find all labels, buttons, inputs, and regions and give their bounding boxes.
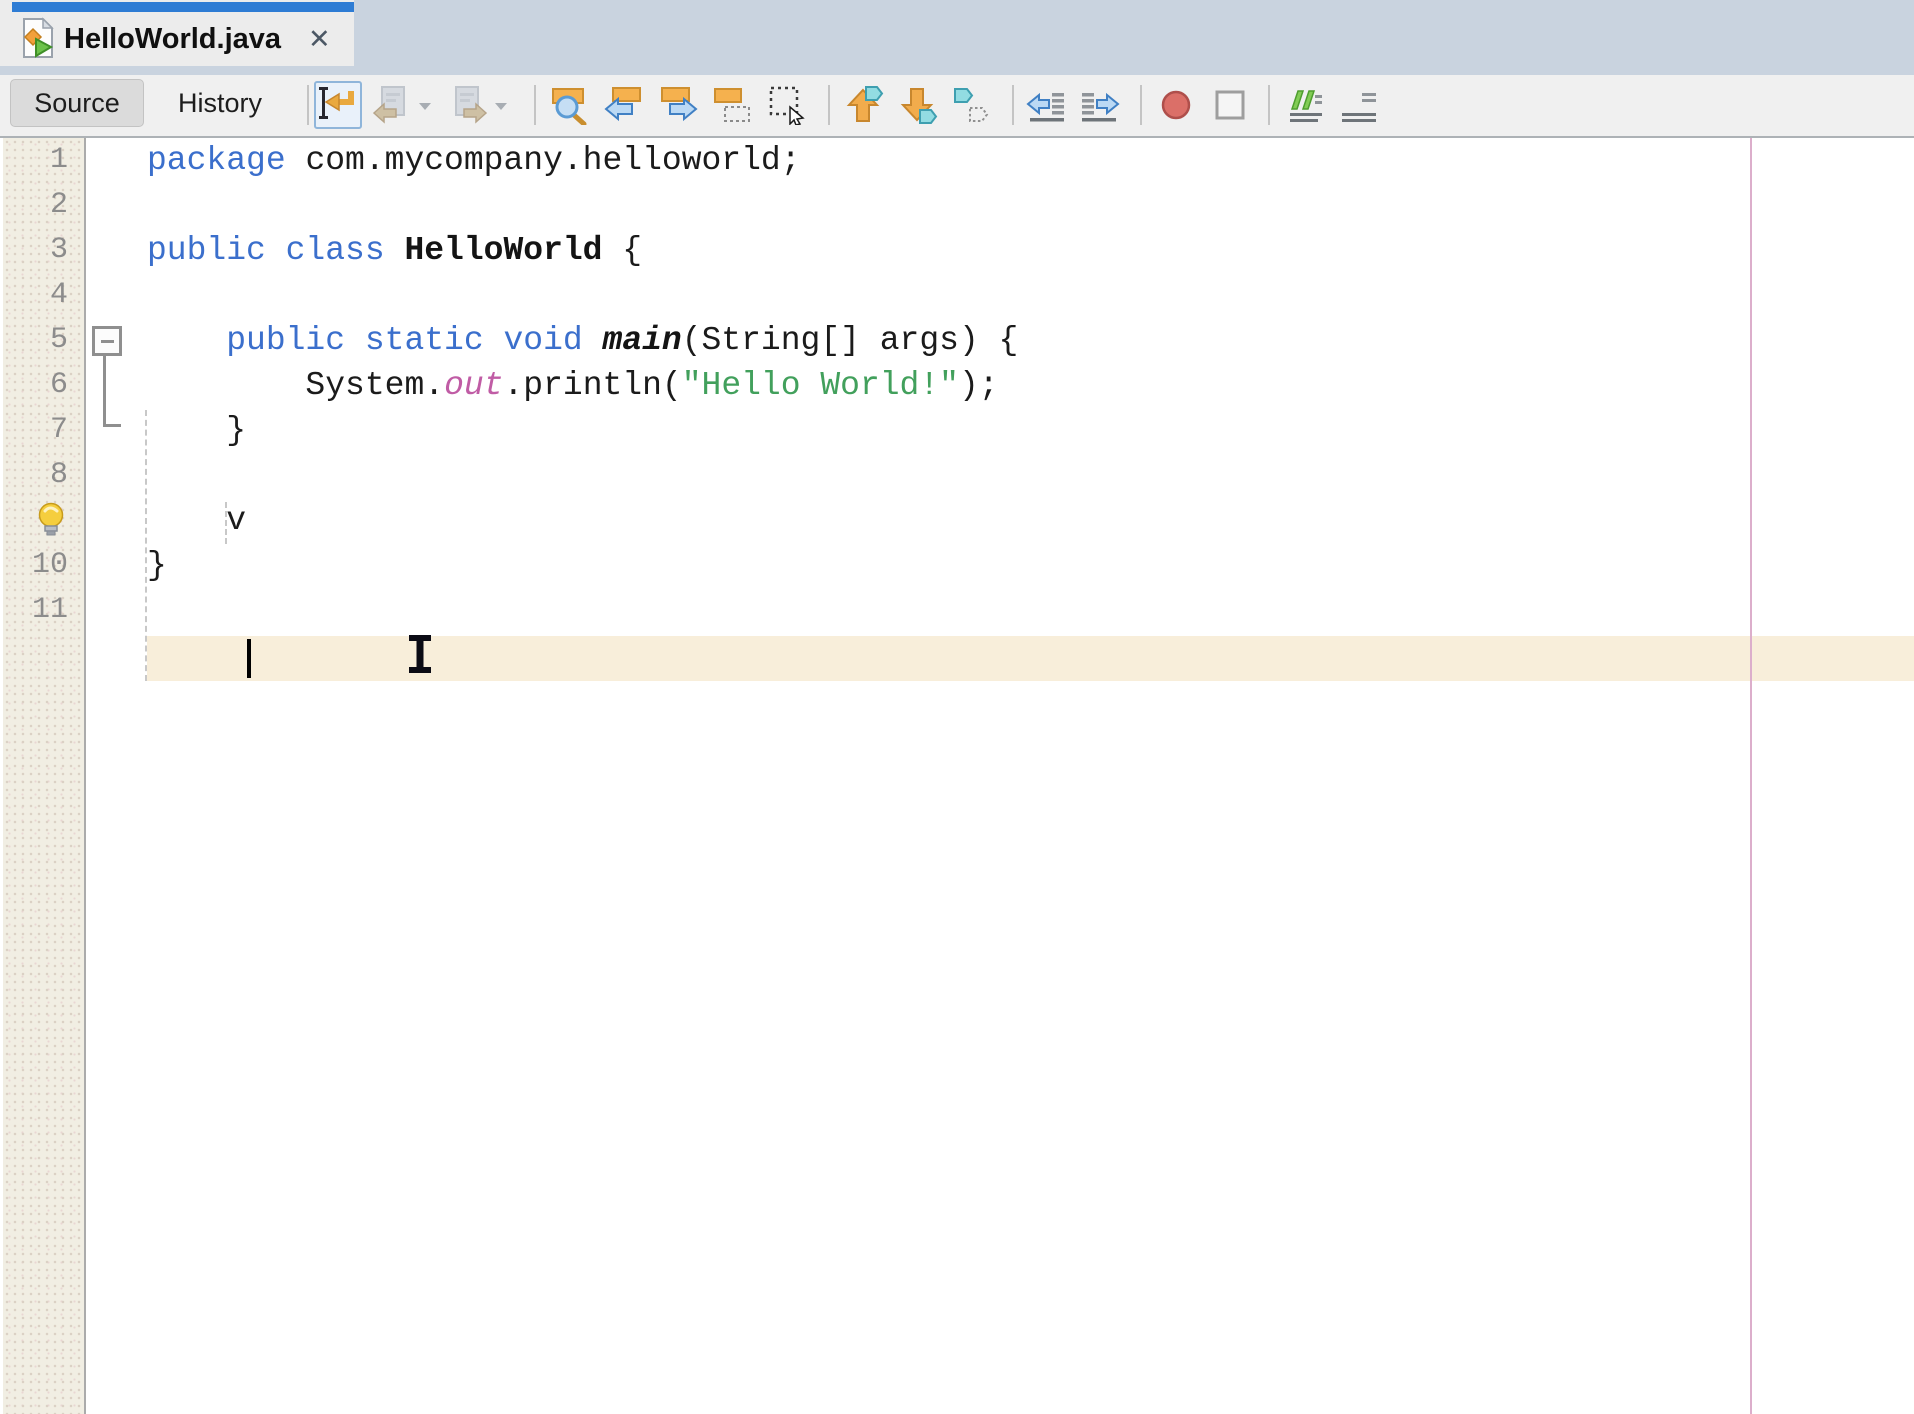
mouse-ibeam-cursor — [409, 635, 431, 673]
forward-button[interactable] — [446, 83, 490, 127]
tab-helloworld-java[interactable]: HelloWorld.java ✕ — [0, 0, 354, 66]
toolbar-separator — [307, 85, 309, 125]
comment-button[interactable] — [1282, 83, 1326, 127]
toggle-bookmark-button[interactable] — [950, 83, 994, 127]
back-icon — [372, 86, 405, 124]
rectangular-selection-icon — [769, 86, 805, 125]
line-number: 11 — [31, 593, 68, 627]
toolbar-separator — [1012, 85, 1014, 125]
close-icon[interactable]: ✕ — [308, 12, 331, 66]
jump-last-edit-icon — [319, 87, 354, 119]
code-area[interactable]: package com.mycompany.helloworld; public … — [147, 138, 1914, 1414]
code-line: public static void main(String[] args) { — [226, 322, 1019, 359]
uncomment-icon — [1342, 93, 1376, 122]
shift-line-left-icon — [1026, 92, 1064, 122]
toolbar-separator — [828, 85, 830, 125]
toggle-highlight-search-button[interactable] — [710, 83, 754, 127]
toolbar-separator — [534, 85, 536, 125]
code-line: package com.mycompany.helloworld; — [147, 142, 801, 179]
line-number-gutter: 1 2 3 4 5 6 7 8 10 11 — [3, 138, 86, 1414]
stop-macro-recording-icon — [1215, 90, 1245, 120]
active-tab-stripe — [12, 2, 354, 12]
line-number: 1 — [49, 143, 68, 177]
line-number: 2 — [49, 188, 68, 222]
comment-icon — [1290, 90, 1322, 122]
toolbar-separator — [1140, 85, 1142, 125]
java-file-icon — [23, 17, 54, 58]
line-number: 7 — [49, 413, 68, 447]
shift-line-left-button[interactable] — [1024, 83, 1068, 127]
code-line: v — [147, 502, 247, 539]
code-editor[interactable]: 1 2 3 4 5 6 7 8 10 11 package com.mycompany.hello… — [0, 138, 1914, 1414]
line-number: 4 — [49, 278, 68, 312]
line-number: 8 — [49, 458, 68, 492]
find-next-button[interactable] — [656, 83, 700, 127]
jump-last-edit-button[interactable] — [314, 81, 362, 129]
stop-macro-recording-button[interactable] — [1208, 83, 1252, 127]
shift-line-right-button[interactable] — [1078, 83, 1122, 127]
right-margin-line — [1750, 138, 1752, 1414]
find-previous-icon — [604, 87, 641, 122]
start-macro-recording-button[interactable] — [1154, 83, 1198, 127]
fold-collapse-box[interactable] — [92, 326, 122, 356]
toggle-bookmark-icon — [954, 88, 989, 122]
fold-range-line — [103, 353, 106, 426]
netbeans-editor-window: HelloWorld.java ✕ Source History 1 2 3 4… — [0, 0, 1914, 1414]
forward-dropdown-icon[interactable] — [494, 102, 508, 111]
next-bookmark-icon — [900, 88, 938, 124]
rectangular-selection-button[interactable] — [764, 83, 808, 127]
shift-line-right-icon — [1082, 92, 1120, 122]
next-bookmark-button[interactable] — [896, 83, 940, 127]
fold-range-end — [103, 424, 121, 427]
toggle-highlight-search-icon — [714, 88, 750, 122]
editor-toolbar: Source History — [0, 75, 1914, 139]
code-line: } — [147, 547, 167, 584]
text-caret — [247, 639, 251, 678]
previous-bookmark-icon — [846, 86, 884, 122]
fold-minus-icon — [100, 339, 114, 343]
forward-icon — [455, 86, 488, 124]
code-line: public class HelloWorld { — [147, 232, 643, 269]
previous-bookmark-button[interactable] — [842, 83, 886, 127]
source-button[interactable]: Source — [10, 79, 144, 127]
history-button[interactable]: History — [160, 79, 280, 127]
find-next-icon — [661, 87, 698, 122]
tab-title: HelloWorld.java — [64, 23, 282, 55]
find-selection-button[interactable] — [548, 83, 592, 127]
line-number: 6 — [49, 368, 68, 402]
line-number: 5 — [49, 323, 68, 357]
find-previous-button[interactable] — [602, 83, 646, 127]
find-selection-icon — [552, 88, 587, 125]
code-line: } — [147, 412, 247, 449]
line-number: 10 — [31, 548, 68, 582]
uncomment-button[interactable] — [1336, 83, 1380, 127]
back-dropdown-icon[interactable] — [418, 102, 432, 111]
hint-lightbulb-icon[interactable] — [36, 501, 66, 541]
tab-strip: HelloWorld.java ✕ — [0, 0, 1914, 75]
toolbar-separator — [1268, 85, 1270, 125]
code-line: System.out.println("Hello World!"); — [147, 367, 999, 404]
line-number: 3 — [49, 233, 68, 267]
back-button[interactable] — [370, 83, 414, 127]
start-macro-recording-icon — [1161, 90, 1191, 120]
